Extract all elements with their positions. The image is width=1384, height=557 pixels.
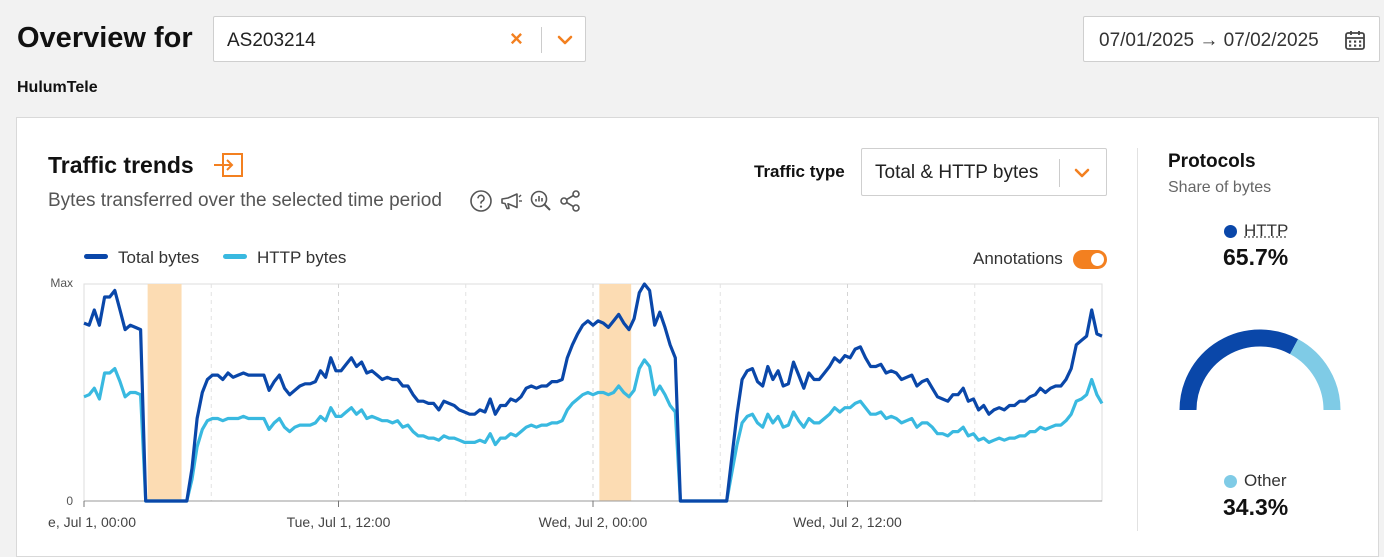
annotations-toggle[interactable] xyxy=(1073,250,1107,269)
y-tick-label-max: Max xyxy=(50,276,73,290)
traffic-type-label: Traffic type xyxy=(754,162,845,182)
x-tick-label: Tue, Jul 1, 12:00 xyxy=(287,514,391,530)
chevron-down-icon[interactable] xyxy=(554,29,576,51)
date-range-text: 07/01/2025 → 07/02/2025 xyxy=(1099,30,1319,52)
clear-icon[interactable]: × xyxy=(510,27,523,51)
zoom-chart-icon[interactable] xyxy=(529,189,553,213)
y-tick-label-zero: 0 xyxy=(66,494,73,508)
calendar-icon[interactable] xyxy=(1344,29,1366,51)
http-legend-label[interactable]: HTTP xyxy=(1244,221,1288,241)
megaphone-icon[interactable] xyxy=(499,189,523,213)
legend-label: HTTP bytes xyxy=(257,248,346,267)
select-divider xyxy=(1059,159,1060,187)
asn-select[interactable]: AS203214 × xyxy=(213,16,586,62)
toggle-knob xyxy=(1091,253,1104,266)
x-tick-label: Wed, Jul 2, 00:00 xyxy=(539,514,648,530)
other-percent: 34.3% xyxy=(1223,494,1288,521)
panel-divider xyxy=(1137,148,1138,531)
gauge-segment-http[interactable] xyxy=(1188,338,1294,410)
legend-swatch xyxy=(84,254,108,259)
outage-annotation-band[interactable] xyxy=(148,284,182,501)
chevron-down-icon[interactable] xyxy=(1071,162,1093,184)
protocols-title: Protocols xyxy=(1168,151,1256,173)
traffic-type-value: Total & HTTP bytes xyxy=(875,162,1038,184)
expand-icon[interactable] xyxy=(212,152,244,178)
http-legend-dot xyxy=(1224,225,1237,238)
asn-select-value: AS203214 xyxy=(227,30,316,52)
protocols-subtitle: Share of bytes xyxy=(1168,179,1271,197)
other-legend-label[interactable]: Other xyxy=(1244,471,1287,491)
select-divider xyxy=(541,27,542,53)
page-title: Overview for xyxy=(17,22,193,55)
network-name: HulumTele xyxy=(17,79,98,97)
legend-http-bytes[interactable]: HTTP bytes xyxy=(223,248,346,268)
date-range-picker[interactable]: 07/01/2025 → 07/02/2025 xyxy=(1083,16,1380,62)
x-tick-label: e, Jul 1, 00:00 xyxy=(48,514,136,530)
traffic-trends-title: Traffic trends xyxy=(48,152,194,179)
annotations-label: Annotations xyxy=(973,249,1063,269)
x-tick-label: Wed, Jul 2, 12:00 xyxy=(793,514,902,530)
help-icon[interactable] xyxy=(469,189,493,213)
legend-label: Total bytes xyxy=(118,248,199,267)
http-percent: 65.7% xyxy=(1223,244,1288,271)
protocol-gauge[interactable] xyxy=(1170,320,1350,420)
traffic-type-select[interactable]: Total & HTTP bytes xyxy=(861,148,1107,196)
legend-total-bytes[interactable]: Total bytes xyxy=(84,248,199,268)
other-legend-dot xyxy=(1224,475,1237,488)
gauge-segment-other[interactable] xyxy=(1294,347,1332,410)
traffic-chart[interactable]: Max 0 e, Jul 1, 00:00 Tue, Jul 1, 12:00 Wed,… xyxy=(0,270,1120,549)
legend-swatch xyxy=(223,254,247,259)
traffic-trends-subtitle: Bytes transferred over the selected time… xyxy=(48,190,442,212)
share-icon[interactable] xyxy=(558,189,582,213)
